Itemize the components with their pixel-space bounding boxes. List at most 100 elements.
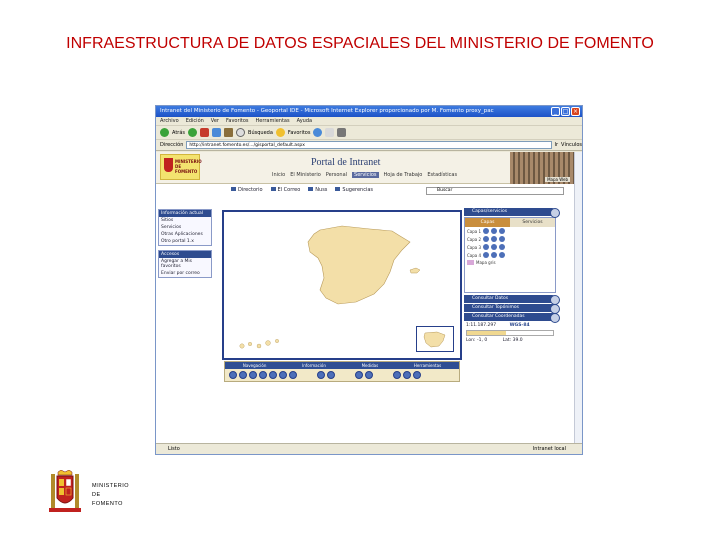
portal-search-input[interactable]: Buscar [426,187,564,195]
legend-label: Mapa gris [476,260,496,265]
menu-item-ver[interactable]: Ver [211,117,219,125]
nav-ministerio[interactable]: El Ministerio [290,172,321,178]
tab-servicios[interactable]: Servicios [510,218,555,227]
access-item-favoritos[interactable]: Agregar a Mis favoritos [159,258,211,270]
access-item-correo[interactable]: Enviar por correo [159,270,211,277]
menu-item-herramientas[interactable]: Herramientas [256,117,290,125]
minimize-button[interactable]: _ [551,107,560,116]
nav-inicio[interactable]: Inicio [272,172,285,178]
scale-value: 1:11.187.297 [466,323,497,328]
pan-icon[interactable] [249,371,257,379]
print-map-icon[interactable] [393,371,401,379]
portal-title: Portal de Intranet [311,157,381,168]
back-icon[interactable] [160,128,169,137]
nav-estadisticas[interactable]: Estadísticas [427,172,457,178]
search-label[interactable]: Búsqueda [248,130,273,136]
query-data-header[interactable]: Consultar Datos [464,295,560,305]
layer-label: Capa 3 [467,244,482,250]
menu-item-archivo[interactable]: Archivo [160,117,179,125]
scale-slider[interactable] [466,330,554,336]
zoom-in-icon[interactable] [229,371,237,379]
ministry-logo[interactable]: MINISTERIO DE FOMENTO [160,154,202,180]
address-bar: Dirección http://intranet.fomento.es/...… [156,140,582,151]
layer-down-icon[interactable] [491,252,498,258]
back-label[interactable]: Atrás [172,130,185,136]
subnav-sugerencias[interactable]: Sugerencias [335,186,373,193]
layer-up-icon[interactable] [483,252,490,258]
nav-personal[interactable]: Personal [326,172,347,178]
menu-item-favoritos[interactable]: Favoritos [226,117,249,125]
layer-up-icon[interactable] [483,236,490,242]
layer-info-icon[interactable] [499,252,506,258]
vertical-scrollbar[interactable] [574,152,582,445]
export-icon[interactable] [403,371,411,379]
building-caption[interactable]: Mapa Web [545,177,570,182]
stop-icon[interactable] [200,128,210,137]
subnav-nuss[interactable]: Nuss [308,186,327,193]
overview-map[interactable] [416,326,454,352]
info-item-servicios[interactable]: Servicios [159,224,211,231]
layers-panel: Capas Servicios Capa 1 Capa 2 Capa 3 Cap… [464,217,556,293]
info-icon[interactable] [327,371,335,379]
links-label[interactable]: Vínculos [561,142,582,148]
refresh-icon[interactable] [212,128,222,137]
measure-area-icon[interactable] [365,371,373,379]
toolbar-herramientas: Herramientas [413,363,442,368]
refresh-map-icon[interactable] [289,371,297,379]
print-icon[interactable] [337,128,347,137]
layer-down-icon[interactable] [491,244,498,250]
info-item-otras[interactable]: Otras Aplicaciones [159,231,211,238]
legend-row: Mapa gris [465,259,555,266]
menu-item-ayuda[interactable]: Ayuda [297,117,312,125]
layer-down-icon[interactable] [491,236,498,242]
crs-value: WGS-84 [509,323,530,328]
next-view-icon[interactable] [279,371,287,379]
window-titlebar: Intranet del Ministerio de Fomento - Geo… [156,106,582,117]
subnav-directorio[interactable]: Directorio [231,186,263,193]
measure-distance-icon[interactable] [355,371,363,379]
layer-info-icon[interactable] [499,244,506,250]
layer-info-icon[interactable] [499,236,506,242]
maximize-button[interactable]: □ [561,107,570,116]
map-viewer[interactable] [222,210,462,360]
home-icon[interactable] [224,128,234,137]
query-coords-header[interactable]: Consultar Coordenadas [464,313,560,323]
portal-nav: Inicio El Ministerio Personal Servicios … [272,172,457,178]
history-icon[interactable] [313,128,323,137]
zoom-extent-icon[interactable] [259,371,267,379]
layer-down-icon[interactable] [491,228,498,234]
ministry-logo-line: FOMENTO [92,501,123,507]
favorites-icon[interactable] [275,128,285,137]
ministry-logo-line: DE [92,492,101,498]
tab-capas[interactable]: Capas [465,218,510,227]
address-input[interactable]: http://intranet.fomento.es/.../gisportal… [186,141,552,149]
info-item-portal[interactable]: Otro portal 1.x [159,238,211,245]
ministry-coat-of-arms-icon [49,470,81,512]
map-toolbar: Navegación Información Medidas Herramien… [224,361,460,382]
building-photo: Mapa Web [510,152,576,184]
canary-island-shape [239,343,245,349]
info-item-sitios[interactable]: Sitios [159,217,211,224]
layers-header[interactable]: Capas/servicios [464,208,560,218]
menu-item-edicion[interactable]: Edición [186,117,204,125]
previous-view-icon[interactable] [269,371,277,379]
subnav-correo[interactable]: El Correo [270,186,300,193]
settings-icon[interactable] [413,371,421,379]
overview-spain-shape [423,331,446,348]
layer-up-icon[interactable] [483,228,490,234]
forward-icon[interactable] [188,128,198,137]
layer-info-icon[interactable] [499,228,506,234]
identify-icon[interactable] [317,371,325,379]
nav-servicios[interactable]: Servicios [352,172,379,178]
nav-hoja-trabajo[interactable]: Hoja de Trabajo [384,172,423,178]
ministry-logo-line: MINISTERIO [92,483,130,489]
canary-island-shape [256,343,262,349]
zoom-out-icon[interactable] [239,371,247,379]
search-icon[interactable] [236,128,246,137]
mail-icon[interactable] [325,128,335,137]
favorites-label[interactable]: Favoritos [288,130,311,136]
layer-up-icon[interactable] [483,244,490,250]
close-button[interactable]: × [571,107,580,116]
query-toponyms-header[interactable]: Consultar Topónimos [464,304,560,314]
go-button[interactable]: Ir [555,142,559,148]
